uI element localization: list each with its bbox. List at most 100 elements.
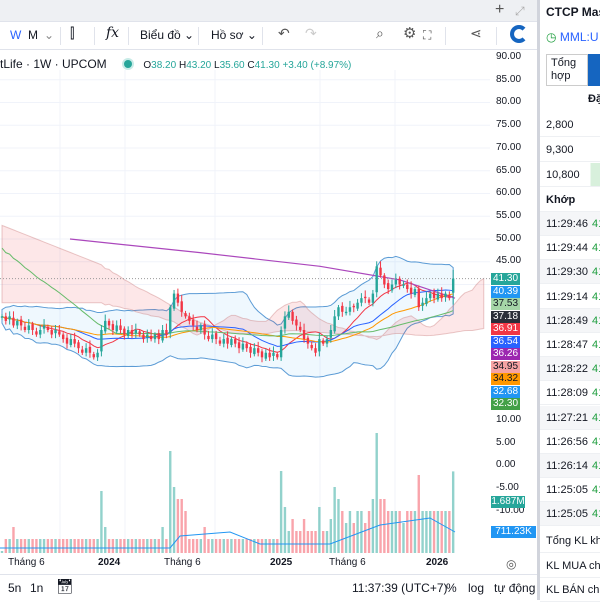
gear-icon[interactable]: ⚙ xyxy=(403,24,416,42)
candle-body xyxy=(249,346,252,353)
quick-search-icon[interactable]: ⌕ xyxy=(376,25,384,42)
candle-body xyxy=(134,330,138,334)
market-status-icon xyxy=(124,60,133,68)
volume-badge: 711.23K xyxy=(491,526,536,538)
candle-body xyxy=(440,293,443,299)
price-badge: 36.91 xyxy=(491,323,520,335)
volume-bar xyxy=(226,539,229,553)
candle-body xyxy=(256,348,260,353)
auto-toggle[interactable]: tự động xyxy=(494,581,535,595)
volume-bar xyxy=(260,539,264,553)
order-row: 9,300 xyxy=(540,138,600,162)
candle-body xyxy=(207,335,210,340)
trade-row: 11:26:5641 xyxy=(540,430,600,454)
candle-body xyxy=(260,351,264,358)
volume-bar xyxy=(107,539,111,553)
tab-active[interactable] xyxy=(588,54,600,86)
logo-icon xyxy=(510,25,528,43)
candle-body xyxy=(42,325,46,329)
range-5y[interactable]: 5n xyxy=(8,581,21,595)
volume-bar xyxy=(180,499,183,553)
volume-bar xyxy=(295,531,298,553)
volume-bar xyxy=(169,451,172,553)
price-badge: 40.39 xyxy=(491,285,520,298)
calendar-icon[interactable]: 📅︎ xyxy=(56,578,74,595)
candle-body xyxy=(329,330,333,338)
price-chart[interactable] xyxy=(0,70,490,553)
price-tick: 85.00 xyxy=(496,73,522,85)
log-toggle[interactable]: log xyxy=(468,581,484,595)
candle-body xyxy=(283,316,287,329)
volume-bar xyxy=(12,527,15,553)
volume-bar xyxy=(77,539,80,553)
candle-body xyxy=(295,319,298,326)
time-tick: 2026 xyxy=(426,557,449,568)
volume-bar xyxy=(440,511,443,553)
interval-m[interactable]: M xyxy=(28,28,38,42)
share-icon[interactable]: ⋖ xyxy=(470,25,482,42)
fullscreen-icon[interactable]: ⛶ xyxy=(423,28,431,43)
candle-body xyxy=(390,284,394,291)
volume-bar xyxy=(402,523,405,553)
volume-bar xyxy=(218,539,222,553)
candle-body xyxy=(111,324,115,330)
time-tick: Tháng 6 xyxy=(164,557,201,568)
candle-body xyxy=(195,326,199,330)
volume-bar xyxy=(54,539,57,553)
tab-overview[interactable]: Tổng hợp xyxy=(546,54,588,86)
undo-icon[interactable]: ↶ xyxy=(278,25,290,42)
chevron-down-icon[interactable]: ⌄ xyxy=(44,28,54,42)
chart-type-label: Biểu đồ xyxy=(140,28,181,42)
price-tick: 90.00 xyxy=(496,51,522,62)
volume-bar xyxy=(283,507,287,553)
candle-body xyxy=(402,284,405,286)
candle-body xyxy=(19,319,23,326)
redo-icon[interactable]: ↷ xyxy=(305,25,317,42)
candle-body xyxy=(436,293,440,300)
interval-w[interactable]: W xyxy=(10,28,21,42)
candle-body xyxy=(73,339,76,344)
candle-body xyxy=(276,354,279,358)
trade-row: 11:28:4941 xyxy=(540,308,600,333)
range-1y[interactable]: 1n xyxy=(30,581,43,595)
volume-bar xyxy=(451,471,455,553)
percent-toggle[interactable]: % xyxy=(446,581,457,595)
candle-body xyxy=(214,333,218,340)
volume-bar xyxy=(111,539,115,553)
candle-body xyxy=(123,328,126,335)
volume-bar xyxy=(50,539,53,553)
volume-bar xyxy=(348,511,352,553)
price-tick: 75.00 xyxy=(496,119,522,131)
candle-body xyxy=(172,293,176,309)
chart-type-menu[interactable]: Biểu đồ ⌄ xyxy=(140,28,194,42)
ohlc-legend: tLife · 1W · UPCOM O38.20 H43.20 L35.60 … xyxy=(0,57,352,71)
total-row: KL BÁN chủ xyxy=(540,578,600,602)
volume-bar xyxy=(448,511,451,553)
volume-bar xyxy=(92,539,95,553)
candle-body xyxy=(344,311,348,314)
candle-body xyxy=(394,279,398,285)
candles-icon[interactable]: ⫿ xyxy=(70,25,74,42)
candle-body xyxy=(84,348,88,353)
expand-icon[interactable]: ⤢ xyxy=(515,4,525,19)
candle-body xyxy=(398,278,401,285)
volume-bar xyxy=(126,539,130,553)
volume-bar xyxy=(100,491,103,553)
profile-menu[interactable]: Hồ sơ ⌄ xyxy=(211,28,257,42)
settings-circle-icon[interactable]: ◎ xyxy=(506,557,516,571)
bottom-toolbar: 5n 1n 📅︎ 11:37:39 (UTC+7) % log tự động xyxy=(0,574,537,600)
candle-body xyxy=(31,324,34,330)
volume-tick: 10.00 xyxy=(496,414,522,425)
price-tick: 65.00 xyxy=(496,164,522,176)
symbol-label: tLife · 1W · UPCOM xyxy=(0,57,107,71)
volume-bar xyxy=(222,539,225,553)
volume-bar xyxy=(0,551,4,553)
volume-tick: 5.00 xyxy=(496,436,516,448)
volume-bar xyxy=(291,519,294,553)
plus-icon[interactable]: + xyxy=(495,1,504,19)
candle-body xyxy=(421,302,424,306)
indicators-icon[interactable]: fx xyxy=(106,25,119,41)
volume-bar xyxy=(436,511,440,553)
price-badge: 34.32 xyxy=(491,373,520,385)
volume-bar xyxy=(394,511,398,553)
